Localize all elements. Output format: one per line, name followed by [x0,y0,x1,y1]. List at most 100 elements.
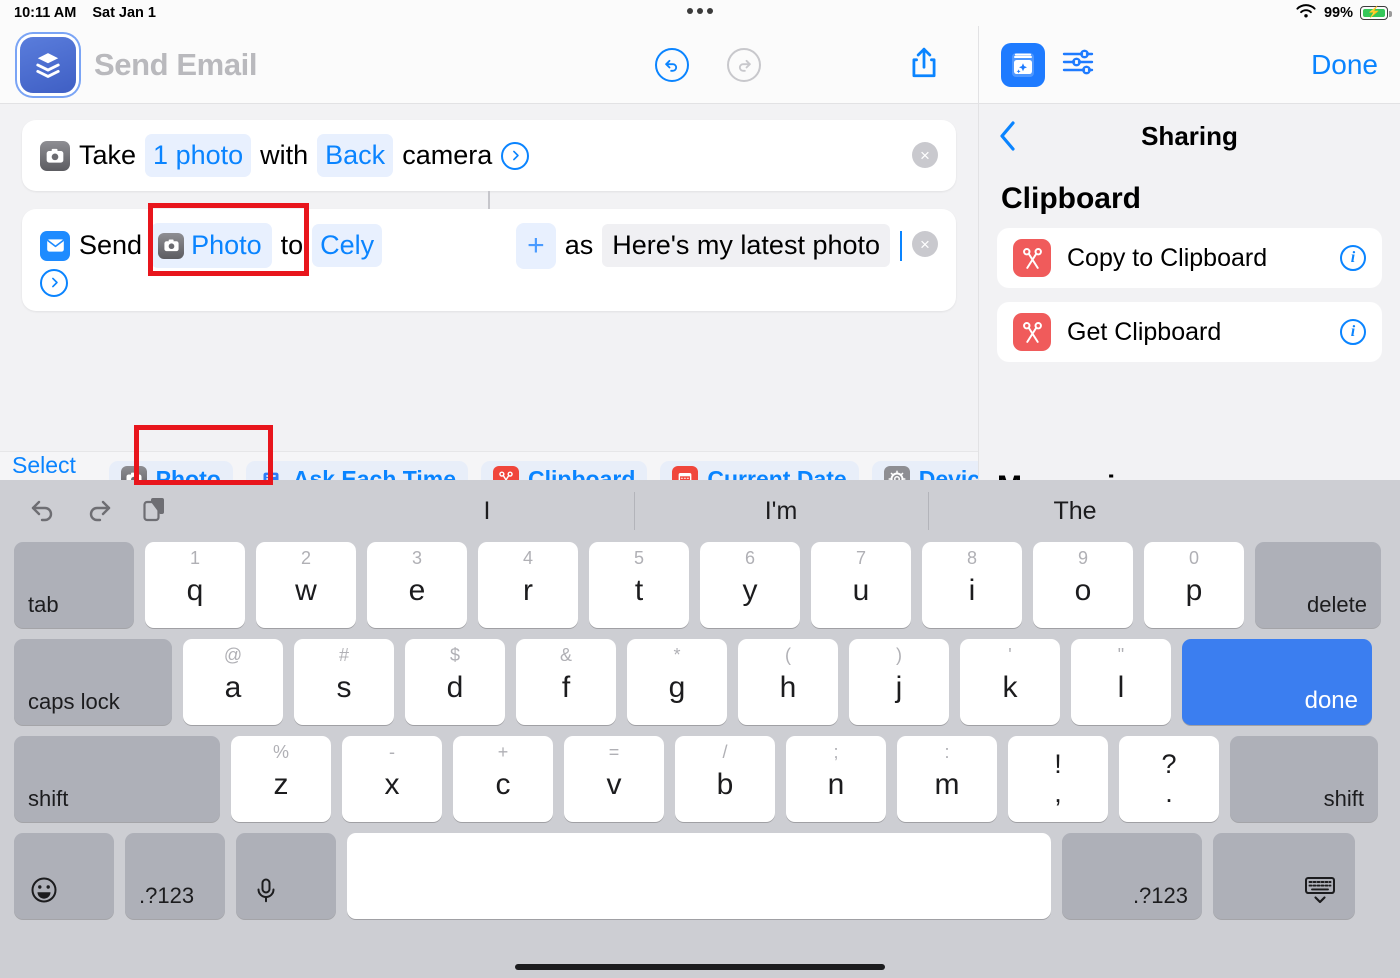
key-q[interactable]: 1q [145,542,245,628]
key-i[interactable]: 8i [922,542,1022,628]
status-bar: 10:11 AM Sat Jan 1 99% ⚡ [0,0,1400,26]
info-icon[interactable]: i [1340,245,1366,271]
list-item[interactable]: Copy to Clipboard i [997,228,1382,288]
prediction-item[interactable]: I'm [634,480,928,542]
key-f[interactable]: & f [516,639,616,725]
scissors-icon [1013,239,1051,277]
action-library-icon[interactable] [1001,42,1045,87]
list-item-label: Copy to Clipboard [1067,243,1268,272]
key-m[interactable]: :m [897,736,997,822]
add-recipient-button[interactable]: + [516,223,556,269]
action-text-take: Take [79,140,137,170]
remove-action-button[interactable]: × [912,142,938,168]
action-card-send-email[interactable]: Send Photo to Cely + as Here's my latest… [22,191,956,311]
key-dismiss-keyboard[interactable] [1213,833,1355,919]
status-date: Sat Jan 1 [92,5,156,21]
parameter-photo-variable-label: Photo [191,230,262,261]
action-text-send: Send [79,230,143,261]
share-button[interactable] [888,26,960,104]
key-dictation[interactable] [236,833,336,919]
key-caps-lock[interactable]: caps lock [14,639,172,725]
key-question-period[interactable]: ?. [1119,736,1219,822]
key-p[interactable]: 0p [1144,542,1244,628]
key-d[interactable]: $ d [405,639,505,725]
info-icon[interactable]: i [1340,319,1366,345]
key-emoji[interactable] [14,833,114,919]
keyboard-toolbar: I I'm The [0,480,1400,542]
multitask-handle[interactable] [687,8,713,14]
emoji-icon [30,876,58,909]
key-space[interactable] [347,833,1051,919]
sidebar-header: Done [979,26,1400,104]
subject-input[interactable]: Here's my latest photo [602,224,891,268]
key-c[interactable]: + c [453,736,553,822]
key-n[interactable]: ; n [786,736,886,822]
key-t[interactable]: 5t [589,542,689,628]
parameter-photo-variable[interactable]: Photo [151,223,272,269]
dismiss-keyboard-icon [1303,872,1337,911]
wifi-icon [1295,3,1317,24]
undo-icon [655,48,689,82]
remove-action-button[interactable]: × [912,231,938,258]
home-indicator[interactable] [515,964,885,970]
key-z[interactable]: % z [231,736,331,822]
paste-icon[interactable] [140,494,170,529]
key-o[interactable]: 9o [1033,542,1133,628]
camera-icon [158,232,185,259]
chevron-right-icon[interactable] [501,141,530,170]
status-time: 10:11 AM [14,5,77,21]
predictive-text-bar: I I'm The [340,480,1400,542]
battery-percent: 99% [1323,5,1353,21]
key-r[interactable]: 4r [478,542,578,628]
key-a[interactable]: @ a [183,639,283,725]
key-u[interactable]: 7u [811,542,911,628]
key-shift-right[interactable]: shift [1230,736,1378,822]
redo-icon[interactable] [84,494,114,529]
scissors-icon [1013,313,1051,351]
key-y[interactable]: 6y [700,542,800,628]
key-shift-left[interactable]: shift [14,736,220,822]
key-w[interactable]: 2w [256,542,356,628]
parameter-recipient[interactable]: Cely [312,224,383,268]
action-text-with: with [260,140,309,170]
camera-icon [40,140,70,171]
action-text-camera: camera [402,140,493,170]
key-exclamation-comma[interactable]: !, [1008,736,1108,822]
prediction-item[interactable]: The [928,480,1222,542]
shortcuts-app-icon[interactable] [20,36,76,93]
action-list: Take 1 photo with Back camera × Send Pho… [0,104,978,311]
key-delete[interactable]: delete [1255,542,1381,628]
parameter-camera-side[interactable]: Back [317,134,394,178]
key-h[interactable]: (h [738,639,838,725]
key-numbers-left[interactable]: .?123 [125,833,225,919]
redo-button[interactable] [708,26,780,104]
key-tab[interactable]: tab [14,542,134,628]
keyboard-row-2: caps lock @ a # s $ d & f * g (h ) j ' k " l don… [0,639,1400,725]
redo-icon [727,48,761,82]
key-done[interactable]: done [1182,639,1372,725]
parameter-photo-count[interactable]: 1 photo [145,134,252,178]
key-b[interactable]: / b [675,736,775,822]
page-title[interactable]: Send Email [94,47,258,83]
key-e[interactable]: 3e [367,542,467,628]
list-item[interactable]: Get Clipboard i [997,302,1382,362]
done-button[interactable]: Done [1311,49,1378,81]
undo-icon[interactable] [28,494,58,529]
key-v[interactable]: = v [564,736,664,822]
action-card-take-photo[interactable]: Take 1 photo with Back camera × [22,120,956,192]
key-s[interactable]: # s [294,639,394,725]
action-text-as: as [564,230,594,261]
key-k[interactable]: ' k [960,639,1060,725]
keyboard-row-4: .?123 .?123 [0,833,1400,919]
key-j[interactable]: ) j [849,639,949,725]
sliders-icon[interactable] [1061,45,1095,84]
prediction-item[interactable]: I [340,480,634,542]
key-l[interactable]: " l [1071,639,1171,725]
key-numbers-right[interactable]: .?123 [1062,833,1202,919]
chevron-left-icon[interactable] [997,119,1019,153]
chevron-right-icon[interactable] [40,268,68,297]
key-g[interactable]: * g [627,639,727,725]
undo-button[interactable] [636,26,708,104]
key-x[interactable]: -x [342,736,442,822]
keyboard-row-1: tab 1q 2w 3e 4r 5t 6y 7u 8i 9o 0p delete [0,542,1400,628]
